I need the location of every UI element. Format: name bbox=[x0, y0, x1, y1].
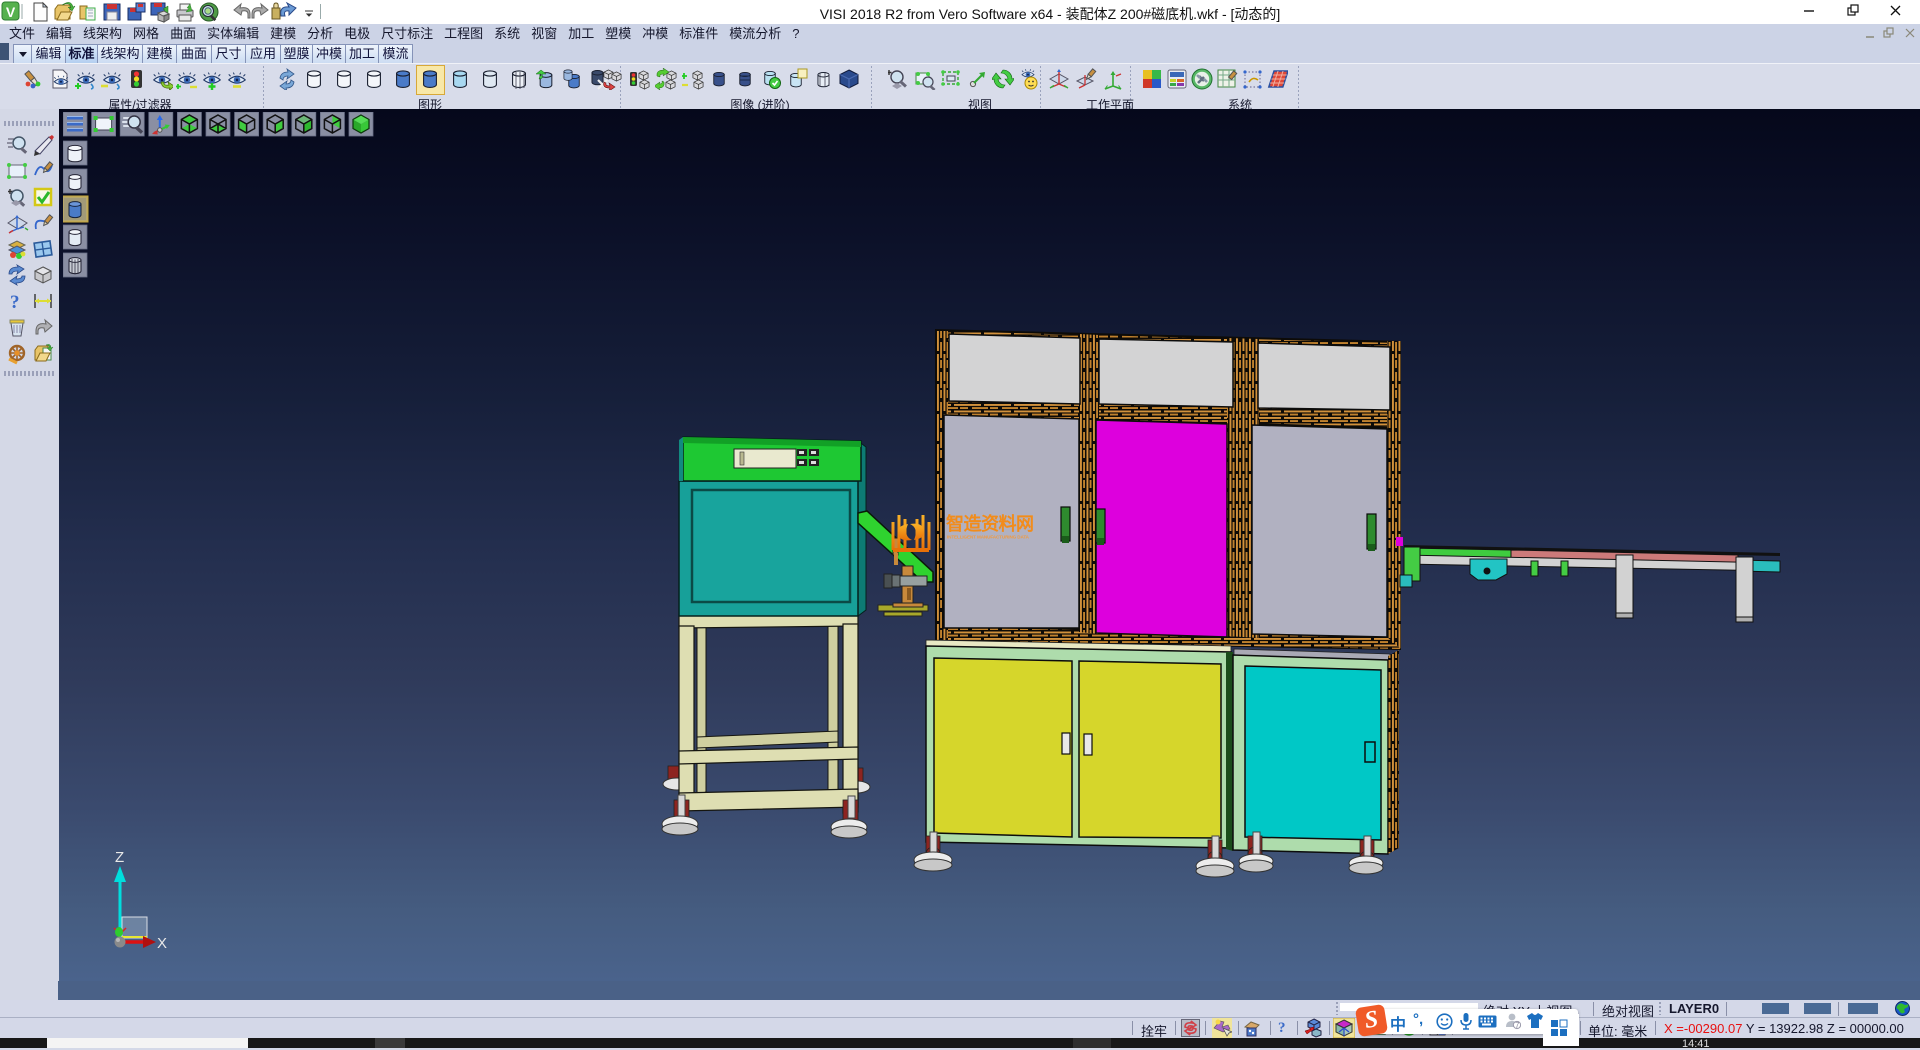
svg-text:7: 7 bbox=[1515, 1021, 1520, 1030]
svg-text:?: ? bbox=[10, 292, 20, 313]
svg-text:V: V bbox=[6, 4, 16, 20]
